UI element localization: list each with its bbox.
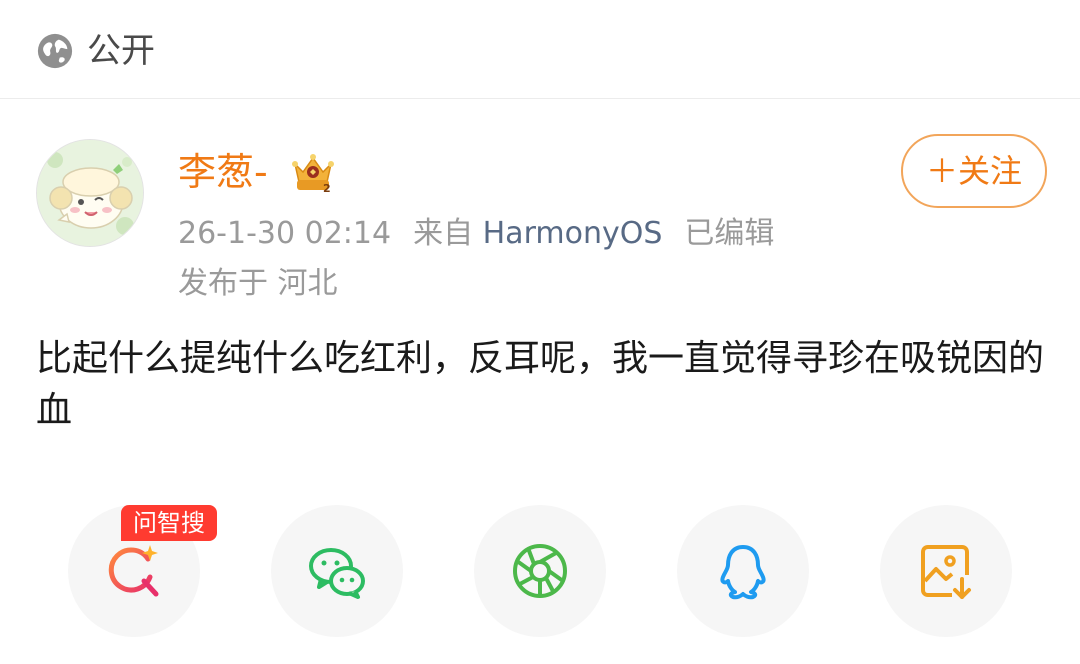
visibility-label: 公开 [87, 31, 155, 71]
wechat-icon [309, 548, 365, 599]
source-prefix: 来自 [413, 216, 474, 251]
ai-search-icon [108, 545, 159, 597]
avatar[interactable] [36, 139, 144, 247]
username[interactable]: 李葱- [178, 148, 268, 196]
follow-button[interactable]: ＋关注 [901, 134, 1047, 208]
share-wechat-button[interactable] [271, 505, 403, 637]
avatar-image [37, 140, 143, 246]
svg-text:2: 2 [323, 182, 331, 195]
visibility-bar: 公开 [0, 0, 1080, 99]
post-source[interactable]: HarmonyOS [483, 216, 663, 251]
globe-icon [37, 33, 73, 69]
share-moments-button[interactable] [474, 505, 606, 637]
qq-icon [720, 545, 766, 600]
share-qq-button[interactable] [677, 505, 809, 637]
ai-search-tag: 问智搜 [121, 505, 217, 541]
save-image-button[interactable] [880, 505, 1012, 637]
post-time: 26-1-30 02:14 [178, 216, 392, 251]
post-meta: 26-1-30 02:14 来自 HarmonyOS 已编辑 [178, 214, 774, 254]
moments-icon [513, 544, 567, 598]
edited-label[interactable]: 已编辑 [684, 216, 774, 251]
post-location: 发布于 河北 [178, 266, 338, 301]
save-image-icon [921, 545, 971, 599]
post-text: 比起什么提纯什么吃红利，反耳呢，我一直觉得寻珍在吸锐因的血 [36, 338, 1045, 431]
crown-badge-icon: 2 [292, 154, 334, 195]
